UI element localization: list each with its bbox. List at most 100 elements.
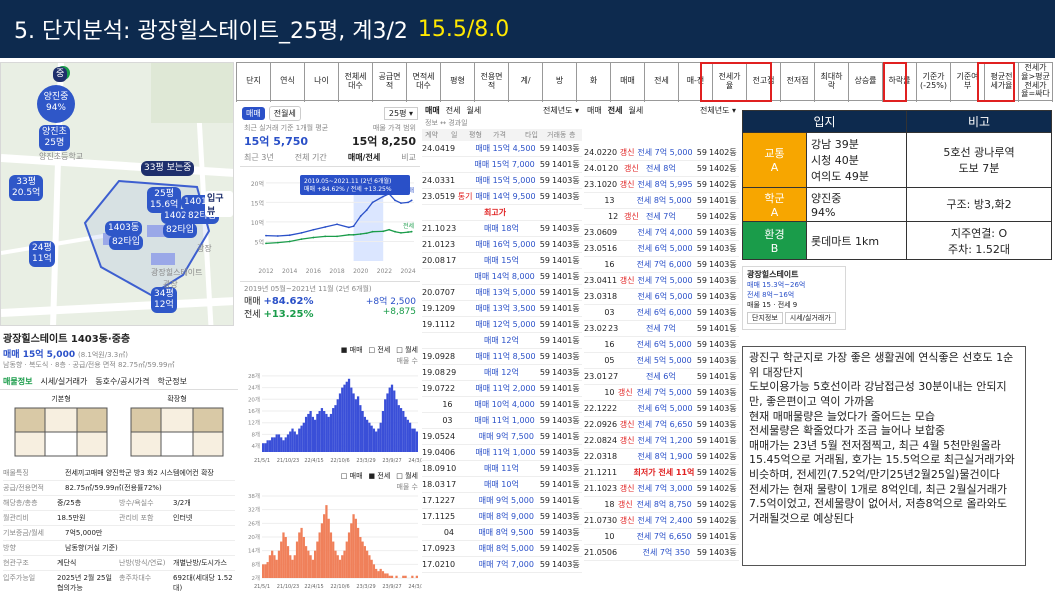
transaction-row[interactable]: 18.0317 매매 10억 591401동 19층 <box>422 477 582 493</box>
transaction-row[interactable]: 17.0210 매매 7억 7,000 591403동 10층 <box>422 557 582 573</box>
tx-month: 18.09 <box>422 464 445 473</box>
map-panel[interactable]: 중 양진중 94% 양진초 25명 양진초등학교 33평 보는중 33평 20.… <box>0 62 234 326</box>
map-pin-viewing[interactable]: 33평 보는중 <box>141 161 195 176</box>
subtab-sale-lease[interactable]: 매매/전세 <box>348 152 380 163</box>
lease-count-chart[interactable]: 38개 32개 26개 20개 14개 8개 2개 21/5/1 21/10/23 22/4/15… <box>240 492 422 592</box>
transaction-row[interactable]: 19.0829 매매 12억 591403동 24층 <box>422 365 582 381</box>
list-b-tab-sale[interactable]: 매매 <box>587 105 602 116</box>
transaction-row[interactable]: 21.0730갱신전세 7억 2,400591402동 6층 <box>584 513 739 529</box>
map-pin-24py[interactable]: 24평 11억 <box>29 241 55 267</box>
transaction-row[interactable]: 12 갱신 전세 7억 591402동 9층 <box>584 209 739 225</box>
transaction-row[interactable]: 24.0220갱신전세 7억 5,000591402동 9층 <box>584 145 739 161</box>
tab-listing-info[interactable]: 매물정보 <box>3 376 32 387</box>
legend-lease[interactable]: □ 전세 <box>369 345 391 355</box>
transaction-row[interactable]: 24.0331 매매 15억 5,000591403동 5층 <box>422 173 582 189</box>
transaction-row[interactable]: 03 매매 11억 1,000 591403동 10층 <box>422 413 582 429</box>
legend-sale-2[interactable]: □ 매매 <box>341 471 363 481</box>
transaction-row[interactable]: 19.0406 매매 11억 1,000591403동 8층 <box>422 445 582 461</box>
transaction-row[interactable]: 19.0928 매매 11억 8,500591403동 8층 <box>422 349 582 365</box>
transaction-row[interactable]: 23.0516 전세 6억 5,000591403동 22층 <box>584 241 739 257</box>
transaction-row[interactable]: 22.1222 전세 6억 5,000591403동 9층 <box>584 401 739 417</box>
transaction-row[interactable]: 21.1023 매매 18억 591403동 1층 <box>422 221 582 237</box>
transaction-row[interactable]: 19.1112 매매 12억 5,000591401동 21층 <box>422 317 582 333</box>
transaction-row[interactable]: 23.0127 전세 6억 591401동 19층 <box>584 369 739 385</box>
subtab-3y[interactable]: 최근 3년 <box>244 152 274 163</box>
transaction-row[interactable]: 22.0926갱신전세 7억 6,650591403동 13층 <box>584 417 739 433</box>
transaction-row[interactable]: 04 매매 8억 9,500 591403동 14층 <box>422 525 582 541</box>
tab-school[interactable]: 학군정보 <box>158 376 187 387</box>
sale-count-chart[interactable]: 28개 24개 20개 16개 12개 8개 4개 21/5/1 21/10/23 22/4/15… <box>240 366 422 466</box>
transaction-row[interactable]: 17.0923 매매 8억 5,000 591402동 13층 <box>422 541 582 557</box>
transaction-row[interactable]: 22.0318 전세 8억 1,900591402동 23층 <box>584 449 739 465</box>
transaction-row[interactable]: 23.0318 전세 6억 5,000591403동 18층 <box>584 289 739 305</box>
tab-units[interactable]: 동호수/공시가격 <box>95 376 149 387</box>
transaction-row[interactable]: 21.1211 최저가 전세 11억591402동 9층 <box>584 465 739 481</box>
transaction-row[interactable]: 19.0524 매매 9억 7,500 591401동 4층 <box>422 429 582 445</box>
transaction-row[interactable]: 10 전세 7억 6,650 591401동 12층 <box>584 529 739 545</box>
transaction-row[interactable]: 20.0707 매매 13억 5,000591401동 21층 <box>422 285 582 301</box>
transaction-row[interactable]: 19.0722 매매 11억 2,000591401동 10층 <box>422 381 582 397</box>
transaction-row[interactable]: 23.1020갱신전세 8억 5,995591402동 9층 <box>584 177 739 193</box>
floor-plan-basic[interactable] <box>11 404 111 460</box>
transaction-row[interactable]: 16 매매 10억 4,000 591401동 7층 <box>422 397 582 413</box>
list-b-tab-lease[interactable]: 전세 <box>608 105 623 116</box>
transaction-row[interactable]: 18갱신전세 8억 8,750 591402동 6층 <box>584 497 739 513</box>
transaction-row[interactable]: 24.0120 갱신 전세 8억 591402동 10층 <box>584 161 739 177</box>
list-a-tab-lease[interactable]: 전세 <box>446 105 461 116</box>
transaction-row[interactable]: 최고가 <box>422 205 582 221</box>
map-pin-school[interactable]: 중 <box>53 67 68 82</box>
transaction-row[interactable]: 23.0411갱신전세 7억 5,000591403동 13층 <box>584 273 739 289</box>
transaction-row[interactable]: 23.0609 전세 7억 4,000591403동 16층 <box>584 225 739 241</box>
listing-detail: 광장힐스테이트 1403동·중층 매매 15억 5,000 (8.1억원/3.3… <box>0 328 238 593</box>
size-select[interactable]: 25평 ▾ <box>383 107 418 120</box>
transaction-row[interactable]: 23.0223 전세 7억 591401동 5층 <box>584 321 739 337</box>
transaction-row[interactable]: 24.0419 매매 15억 4,500591403동 12층 <box>422 141 582 157</box>
transaction-row[interactable]: 19.1209 매매 13억 3,500591401동 13층 <box>422 301 582 317</box>
subtab-all[interactable]: 전체 기간 <box>295 152 327 163</box>
transaction-row[interactable]: 매매 12억 591401동 7층 <box>422 333 582 349</box>
map-pin-1403[interactable]: 1403동 <box>105 221 143 236</box>
legend-sale[interactable]: ■ 매매 <box>341 345 363 355</box>
transaction-row[interactable]: 매매 15억 7,000 591401동 16층 <box>422 157 582 173</box>
transaction-row[interactable]: 20.0817 매매 15억 591401동 7층 <box>422 253 582 269</box>
transaction-row[interactable]: 22.0824갱신전세 7억 1,200591401동 12층 <box>584 433 739 449</box>
transaction-row[interactable]: 17.1227 매매 9억 5,000 591401동 19층 <box>422 493 582 509</box>
map-pin-82-type-b[interactable]: 82타입 <box>163 223 198 238</box>
map-pin-82-type-a[interactable]: 82타입 <box>109 235 144 250</box>
transaction-row[interactable]: 03 전세 6억 6,000 591403동 12층 <box>584 305 739 321</box>
tab-sale[interactable]: 매매 <box>242 107 265 120</box>
transaction-row[interactable]: 21.0506 전세 7억 350 591403동 10층 <box>584 545 739 561</box>
list-a-tab-monthly[interactable]: 월세 <box>466 105 481 116</box>
map-pin-middle-school[interactable]: 양진중 94% <box>37 85 75 123</box>
transaction-row[interactable]: 16 전세 7억 6,000 591403동 8층 <box>584 257 739 273</box>
transaction-row[interactable]: 21.0123 매매 16억 5,000591403동 25층 <box>422 237 582 253</box>
map-pin-34py[interactable]: 34평 12억 <box>151 287 177 313</box>
transaction-row[interactable]: 18.0910 매매 11억 591403동 9층 <box>422 461 582 477</box>
tab-lease[interactable]: 전월세 <box>268 106 301 121</box>
transaction-row[interactable]: 매매 14억 8,000 591401동 12층 <box>422 269 582 285</box>
transaction-row[interactable]: 23.0519통기매매 14억 9,500591403동 22층 <box>422 189 582 205</box>
price-line-chart[interactable]: 20억 15억 10억 5억 2012 2014 2016 2018 2020 2022 2024 2… <box>240 167 420 277</box>
map-pin-elementary[interactable]: 양진초 25명 <box>39 125 70 151</box>
legend-monthly-2[interactable]: □ 월세 <box>396 471 418 481</box>
transaction-row[interactable]: 05 전세 5억 5,000 591403동 10층 <box>584 353 739 369</box>
legend-lease-2[interactable]: ■ 전세 <box>369 471 391 481</box>
list-b-tab-monthly[interactable]: 월세 <box>628 105 643 116</box>
tx-unit: 1403동 22층 <box>708 244 739 253</box>
floor-plan-extended[interactable] <box>127 404 227 460</box>
transaction-row[interactable]: 10갱신전세 7억 5,000 591403동 20층 <box>584 385 739 401</box>
transaction-row[interactable]: 21.1023갱신전세 7억 3,000591402동 23층 <box>584 481 739 497</box>
legend-monthly[interactable]: □ 월세 <box>396 345 418 355</box>
complex-mini-card[interactable]: 광장힐스테이트 매매 15.3억~26억 전세 8억~16억 매물 15 · 전… <box>742 266 846 330</box>
subtab-compare[interactable]: 비교 <box>401 152 416 163</box>
mini-card-info-button[interactable]: 단지정보 <box>747 312 783 324</box>
transaction-row[interactable]: 16 전세 6억 5,000 591403동 22층 <box>584 337 739 353</box>
list-b-filter[interactable]: 전체년도 ▾ <box>700 105 736 116</box>
mini-card-price-button[interactable]: 시세/실거래가 <box>784 312 836 324</box>
tab-price[interactable]: 시세/실거래가 <box>40 376 87 387</box>
transaction-row[interactable]: 13 전세 8억 5,000 591401동 12층 <box>584 193 739 209</box>
list-a-tab-sale[interactable]: 매매 <box>425 105 440 116</box>
map-pin-33py[interactable]: 33평 20.5억 <box>9 175 44 201</box>
list-a-filter[interactable]: 전체년도 ▾ <box>543 105 579 116</box>
transaction-row[interactable]: 17.1125 매매 8억 9,000 591403동 11층 <box>422 509 582 525</box>
